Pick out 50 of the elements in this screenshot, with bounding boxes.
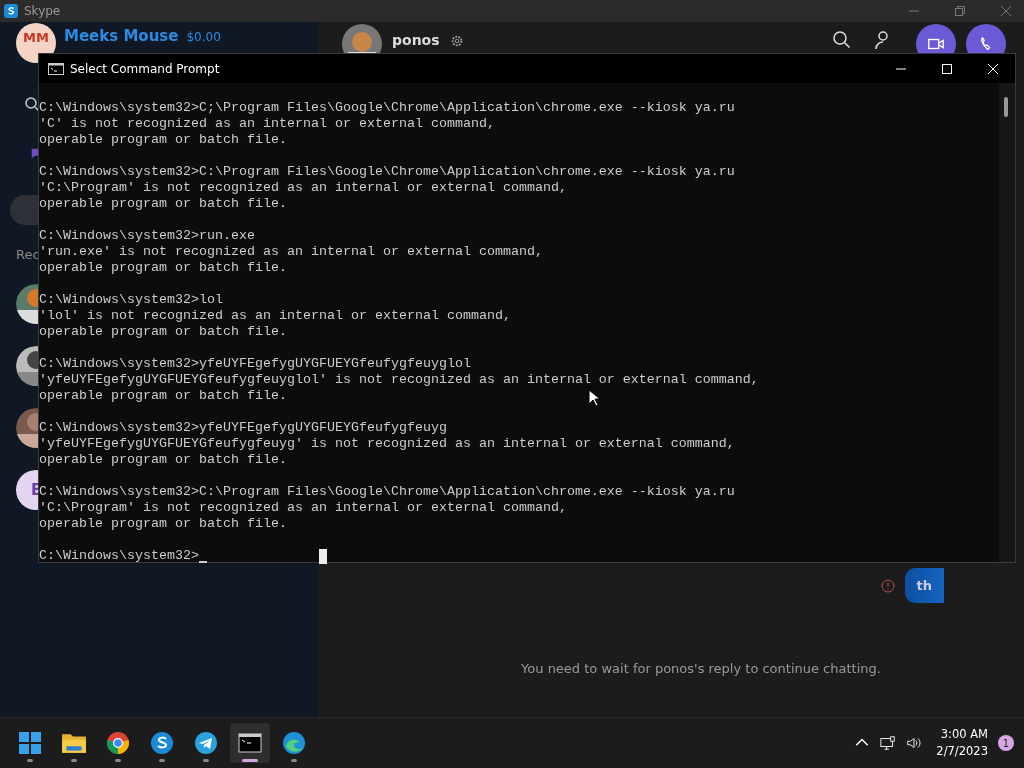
console-line: 'C:\Program' is not recognized as an internal or external command,	[39, 180, 567, 196]
network-icon[interactable]	[880, 735, 897, 751]
clock[interactable]: 3:00 AM 2/7/2023	[936, 726, 988, 760]
restore-icon[interactable]	[954, 5, 966, 17]
date-text: 2/7/2023	[936, 743, 988, 760]
console-prompt: C:\Windows\system32>	[39, 548, 199, 564]
console-line: 'yfeUYFEgefygUYGFUEYGfeufygfeuyglol' is not recognized as an internal or external command,	[39, 372, 759, 388]
time-text: 3:00 AM	[940, 726, 988, 743]
console-line: operable program or batch file.	[39, 388, 287, 404]
scrollbar-thumb[interactable]	[1004, 97, 1008, 117]
paper-plane-icon	[194, 731, 218, 755]
terminal-taskbar-button[interactable]	[230, 723, 270, 763]
error-icon[interactable]	[880, 578, 895, 593]
terminal-icon	[238, 731, 262, 755]
console-line: operable program or batch file.	[39, 324, 287, 340]
console-line: operable program or batch file.	[39, 196, 287, 212]
text-cursor	[198, 561, 207, 563]
console-line: 'run.exe' is not recognized as an internal or external command,	[39, 244, 543, 260]
console-line: C:\Windows\system32>yfeUYFEgefygUYGFUEYGfeufygfeuyglol	[39, 356, 471, 372]
console-line: operable program or batch file.	[39, 516, 287, 532]
browser-icon	[106, 731, 130, 755]
console-line: C:\Windows\system32>C:\Program Files\Google\Chrome\Application\chrome.exe --kiosk ya.ru	[39, 164, 735, 180]
volume-icon[interactable]	[906, 735, 923, 751]
section-label: Rec	[16, 247, 40, 262]
console-line: operable program or batch file.	[39, 132, 287, 148]
console-line: 'C' is not recognized as an internal or external command,	[39, 116, 495, 132]
profile-name[interactable]: Meeks Mouse	[64, 27, 179, 45]
console-line: operable program or batch file.	[39, 260, 287, 276]
console-line: C:\Windows\system32>run.exe	[39, 228, 255, 244]
console-line: C:\Windows\system32>lol	[39, 292, 223, 308]
console-line: 'yfeUYFEgefygUYGFUEYGfeufygfeuyg' is not recognized as an internal or external command,	[39, 436, 735, 452]
search-icon[interactable]	[24, 96, 40, 112]
window-title: Skype	[24, 4, 61, 18]
notice-text: You need to wait for ponos's reply to continue chatting.	[520, 661, 882, 676]
message-bubble[interactable]: th	[904, 568, 944, 603]
window-title: Select Command Prompt	[70, 61, 220, 76]
notification-badge[interactable]: 1	[998, 735, 1014, 751]
console-line: C:\Windows\system32>yfeUYFEgefygUYGFUEYGfeufygfeuyg	[39, 420, 447, 436]
selection-cursor	[318, 549, 327, 564]
contact-name[interactable]: ponos	[392, 32, 440, 48]
mouse-pointer-icon	[588, 389, 600, 407]
terminal-icon	[48, 62, 64, 75]
console-line: C:\Windows\system32>C;\Program Files\Google\Chrome\Application\chrome.exe --kiosk ya.ru	[39, 100, 735, 116]
windows-logo-icon	[18, 731, 42, 755]
maximize-icon[interactable]	[941, 62, 953, 75]
console-line: operable program or batch file.	[39, 452, 287, 468]
balance: $0.00	[186, 30, 221, 44]
settings-icon[interactable]	[449, 34, 464, 48]
console-line: 'lol' is not recognized as an internal or external command,	[39, 308, 511, 324]
search-icon[interactable]	[832, 30, 852, 50]
